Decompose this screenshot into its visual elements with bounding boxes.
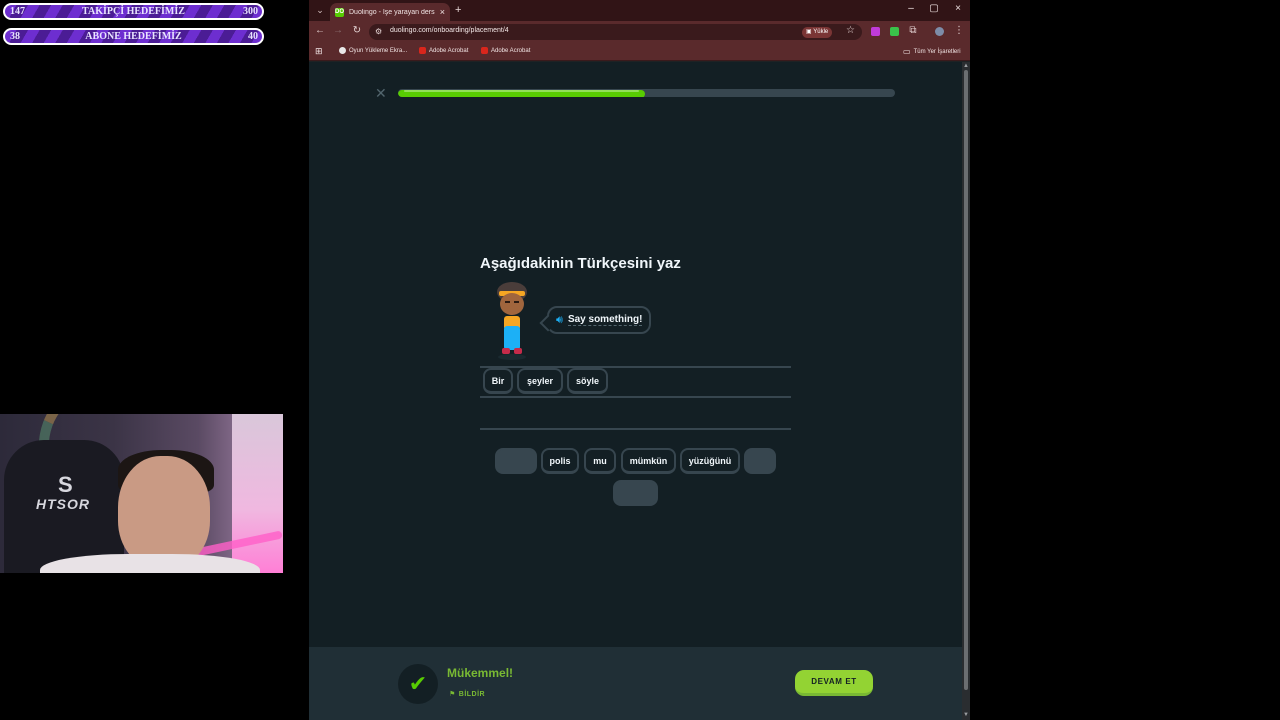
duolingo-page: ✕ Aşağıdakinin Türkçesini yaz 🔊︎ Say som… xyxy=(309,62,962,720)
subs-goal-label: ABONE HEDEFİMİZ xyxy=(85,31,182,42)
reload-icon[interactable]: ↻ xyxy=(350,25,364,36)
install-label: Yükle xyxy=(813,29,829,35)
forward-arrow-icon[interactable]: → xyxy=(331,25,345,36)
word-bank-chip[interactable]: polis xyxy=(541,448,579,474)
new-tab-button[interactable]: + xyxy=(455,4,461,16)
page-scrollbar[interactable]: ▲ ▼ xyxy=(962,62,970,720)
chair-logo: HTSOR xyxy=(36,496,90,512)
answer-word-chip[interactable]: söyle xyxy=(567,368,608,394)
report-button[interactable]: ⚑ BİLDİR xyxy=(449,690,486,699)
extensions-puzzle-icon[interactable]: ⧉ xyxy=(906,25,920,36)
minimize-button[interactable]: – xyxy=(904,3,918,14)
bookmark-label: Oyun Yükleme Ekra... xyxy=(349,47,408,54)
word-bank-chip[interactable]: yüzüğünü xyxy=(680,448,740,474)
continue-button[interactable]: DEVAM ET xyxy=(795,670,873,696)
apps-grid-icon[interactable]: ⊞ xyxy=(315,46,323,57)
extension-green-icon[interactable] xyxy=(890,27,899,36)
background-shelf xyxy=(232,414,283,573)
subs-goal-bar: 38 ABONE HEDEFİMİZ 40 xyxy=(3,28,264,45)
streamer-shirt xyxy=(40,554,260,573)
back-arrow-icon[interactable]: ← xyxy=(313,25,327,36)
lesson-progress-bar xyxy=(398,89,895,97)
bookmark-item-2[interactable]: Adobe Acrobat xyxy=(481,47,530,54)
bookmark-label: Adobe Acrobat xyxy=(491,47,531,54)
word-bank-chip[interactable]: mümkün xyxy=(621,448,676,474)
lesson-progress-fill xyxy=(398,90,645,97)
tab-duolingo[interactable]: DO Duolingo - İşe yarayan derslerle... × xyxy=(330,3,450,21)
bookmarks-bar: ⊞ Oyun Yükleme Ekra... Adobe Acrobat Ado… xyxy=(309,43,970,61)
answer-divider xyxy=(480,428,791,430)
folder-icon: ▭ xyxy=(903,47,911,56)
webcam-feed: S HTSOR xyxy=(0,414,283,573)
bookmark-favicon-icon xyxy=(339,47,346,54)
followers-goal-bar: 147 TAKİPÇİ HEDEFİMİZ 300 xyxy=(3,3,264,20)
feedback-footer: ✔ Mükemmel! ⚑ BİLDİR DEVAM ET xyxy=(309,647,962,720)
all-bookmarks[interactable]: ▭ Tüm Yer İşaretleri xyxy=(903,47,961,56)
word-bank-slot-empty xyxy=(744,448,776,474)
checkmark-icon: ✔ xyxy=(398,664,438,704)
word-bank-slot-empty xyxy=(613,480,658,506)
bookmark-item-1[interactable]: Adobe Acrobat xyxy=(419,47,468,54)
profile-avatar[interactable] xyxy=(935,27,944,36)
streamer-face xyxy=(118,456,210,568)
browser-toolbar: ← → ↻ ⚙ duolingo.com/onboarding/placemen… xyxy=(309,21,970,43)
close-lesson-icon[interactable]: ✕ xyxy=(375,85,387,102)
speaker-icon[interactable]: 🔊︎ xyxy=(556,314,563,327)
followers-current: 147 xyxy=(10,6,25,17)
answer-word-chip[interactable]: şeyler xyxy=(517,368,563,394)
adobe-acrobat-icon xyxy=(419,47,426,54)
maximize-button[interactable]: ▢ xyxy=(927,3,941,14)
menu-kebab-icon[interactable]: ⋮ xyxy=(952,25,966,36)
scrollbar-thumb[interactable] xyxy=(964,70,968,690)
site-info-icon[interactable]: ⚙ xyxy=(375,27,382,36)
install-app-button[interactable]: ▣ Yükle xyxy=(802,27,833,38)
flag-icon: ⚑ xyxy=(449,691,456,698)
duolingo-favicon-icon: DO xyxy=(335,7,344,17)
scroll-down-icon[interactable]: ▼ xyxy=(963,712,969,718)
followers-goal-label: TAKİPÇİ HEDEFİMİZ xyxy=(82,6,185,17)
address-bar[interactable]: ⚙ duolingo.com/onboarding/placement/4 ▣ … xyxy=(369,24,862,40)
challenge-prompt: Aşağıdakinin Türkçesini yaz xyxy=(480,255,681,272)
character-avatar xyxy=(497,282,527,360)
feedback-title: Mükemmel! xyxy=(447,666,514,680)
bookmark-item-0[interactable]: Oyun Yükleme Ekra... xyxy=(339,47,407,54)
word-bank-slot-empty xyxy=(495,448,537,474)
adobe-acrobat-icon xyxy=(481,47,488,54)
browser-window: ⌄ DO Duolingo - İşe yarayan derslerle...… xyxy=(309,0,970,720)
extension-icon[interactable] xyxy=(871,27,880,36)
tab-close-icon[interactable]: × xyxy=(440,7,445,17)
answer-word-chip[interactable]: Bir xyxy=(483,368,513,394)
report-label: BİLDİR xyxy=(458,690,486,698)
scroll-up-icon[interactable]: ▲ xyxy=(963,63,969,69)
all-bookmarks-label: Tüm Yer İşaretleri xyxy=(913,48,961,55)
followers-target: 300 xyxy=(243,6,258,17)
chair-emblem: S xyxy=(58,472,73,497)
bookmark-star-icon[interactable]: ☆ xyxy=(846,25,855,36)
subs-current: 38 xyxy=(10,31,20,42)
bookmark-label: Adobe Acrobat xyxy=(429,47,469,54)
tab-title: Duolingo - İşe yarayan derslerle... xyxy=(349,8,435,16)
speech-text: Say something! xyxy=(567,314,643,326)
subs-target: 40 xyxy=(248,31,258,42)
tab-search-icon[interactable]: ⌄ xyxy=(313,3,327,17)
url-text: duolingo.com/onboarding/placement/4 xyxy=(390,27,509,34)
close-window-button[interactable]: × xyxy=(951,3,965,14)
tab-strip: ⌄ DO Duolingo - İşe yarayan derslerle...… xyxy=(309,0,970,21)
speech-bubble[interactable]: 🔊︎ Say something! xyxy=(547,306,651,334)
word-bank-chip[interactable]: mu xyxy=(584,448,616,474)
